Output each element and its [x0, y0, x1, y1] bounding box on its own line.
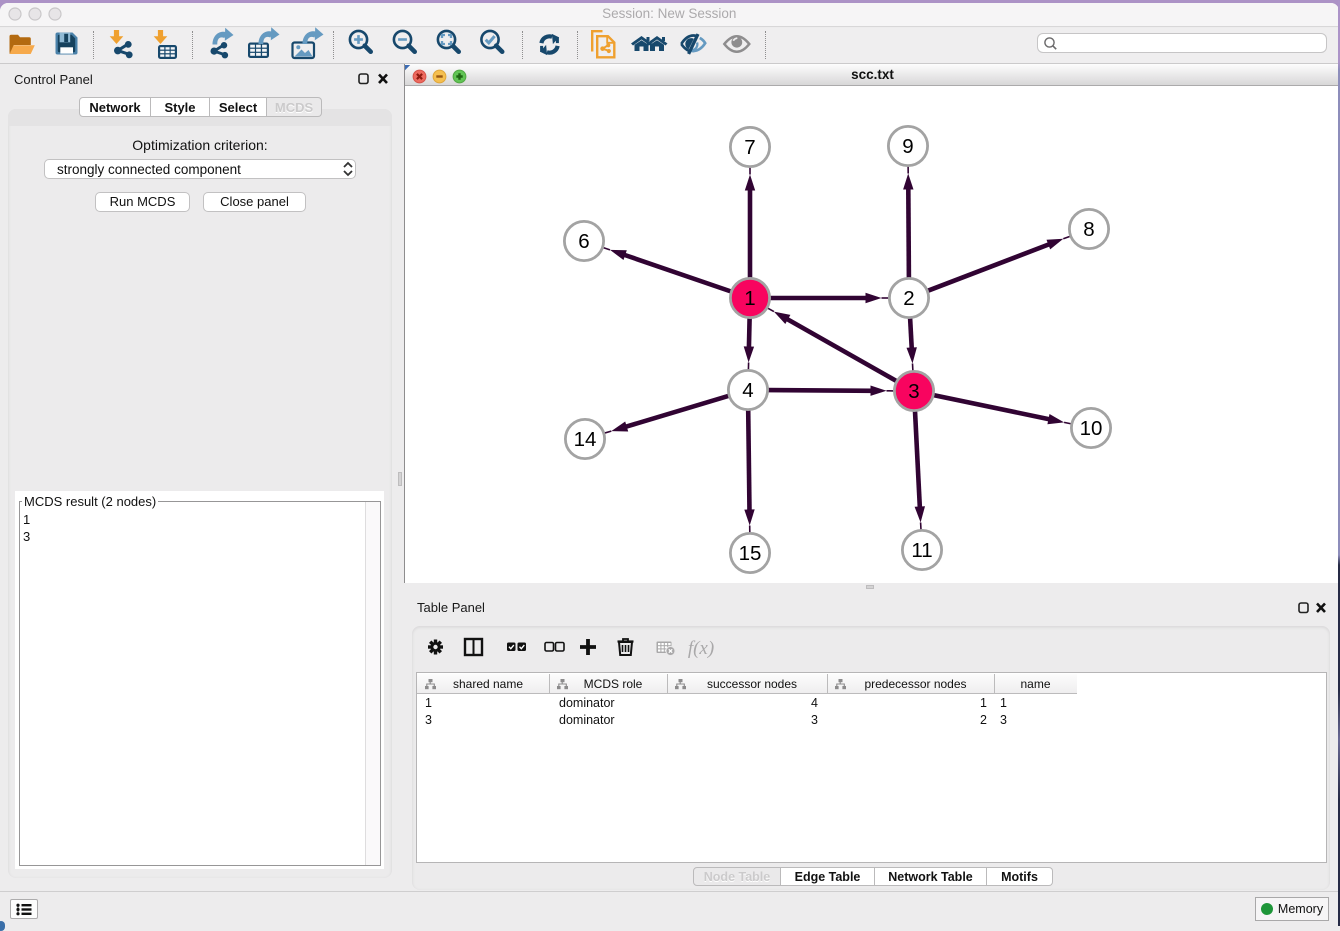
svg-text:10: 10	[1080, 417, 1103, 440]
svg-text:14: 14	[574, 428, 597, 451]
svg-text:8: 8	[1083, 218, 1094, 241]
svg-text:15: 15	[739, 542, 762, 565]
svg-text:11: 11	[911, 539, 932, 562]
svg-text:3: 3	[908, 380, 919, 403]
svg-text:4: 4	[742, 379, 753, 402]
svg-text:7: 7	[744, 136, 755, 159]
svg-text:9: 9	[902, 135, 913, 158]
svg-text:1: 1	[744, 287, 755, 310]
svg-text:f(x): f(x)	[688, 638, 714, 659]
svg-text:6: 6	[578, 230, 589, 253]
svg-text:2: 2	[903, 287, 914, 310]
